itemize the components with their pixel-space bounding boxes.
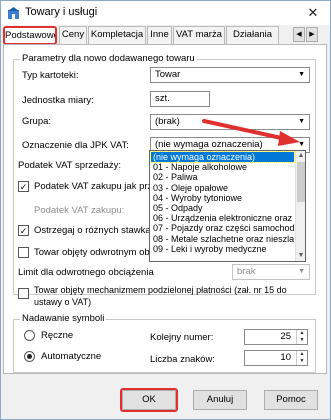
limit-label: Limit dla odwrotnego obciążenia	[18, 267, 154, 278]
jpk-vat-label: Oznaczenie dla JPK VAT:	[22, 140, 129, 151]
jpk-option[interactable]: 02 - Paliwa	[151, 172, 294, 182]
jpk-option[interactable]: 06 - Urządzenia elektroniczne oraz	[151, 213, 294, 223]
ok-button[interactable]: OK	[122, 390, 176, 410]
jpk-option[interactable]: 05 - Odpady	[151, 203, 294, 213]
odwrotne-obciazenie-label: Towar objęty odwrotnym ob	[34, 247, 150, 258]
tab-inne[interactable]: Inne	[147, 26, 172, 44]
annotation-arrow-icon	[202, 119, 300, 146]
liczba-znakow-value: 10	[280, 352, 291, 363]
scroll-up-icon[interactable]: ▲	[296, 151, 306, 161]
ostrzegaj-checkbox-label: Ostrzegaj o różnych stawka	[34, 225, 151, 236]
grupa-value: (brak)	[155, 116, 180, 127]
mpp-label-line2: ustawy o VAT)	[34, 297, 92, 307]
spin-down-icon[interactable]: ▼	[297, 337, 307, 344]
ostrzegaj-checkbox[interactable]: ✓	[18, 225, 29, 236]
spin-up-icon[interactable]: ▲	[297, 351, 307, 358]
liczba-znakow-input[interactable]: 10 ▲ ▼	[244, 350, 308, 366]
jpk-vat-dropdown-list[interactable]: (nie wymaga oznaczenia) 01 - Napoje alko…	[149, 150, 306, 262]
limit-dropdown[interactable]: brak ▼	[232, 264, 310, 280]
jpk-option[interactable]: 08 - Metale szlachetne oraz nieszla	[151, 234, 294, 244]
vat-zakupu-checkbox[interactable]: ✓	[18, 181, 29, 192]
title-bar: Towary i usługi ✕	[1, 1, 330, 25]
group-symbole-title: Nadawanie symboli	[20, 313, 107, 324]
app-icon	[8, 7, 19, 19]
kolejny-numer-input[interactable]: 25 ▲ ▼	[244, 329, 308, 345]
close-button[interactable]: ✕	[301, 4, 325, 22]
radio-selected-dot	[27, 354, 32, 359]
liczba-znakow-label: Liczba znaków:	[150, 354, 215, 365]
radio-reczne-label: Ręczne	[41, 330, 74, 341]
tab-ceny[interactable]: Ceny	[59, 26, 87, 44]
scroll-thumb[interactable]	[297, 162, 305, 202]
spin-up-icon[interactable]: ▲	[297, 330, 307, 337]
vat-zakupu-checkbox-label: Podatek VAT zakupu jak prz	[34, 181, 153, 192]
typ-kartoteki-value: Towar	[155, 69, 181, 80]
tab-vat-marza[interactable]: VAT marża	[173, 26, 225, 44]
liczba-znakow-spinner[interactable]: ▲ ▼	[296, 351, 307, 365]
window-title: Towary i usługi	[25, 6, 98, 18]
tab-kompletacja[interactable]: Kompletacja	[88, 26, 146, 44]
jpk-option[interactable]: (nie wymaga oznaczenia)	[150, 150, 295, 164]
jednostka-miary-label: Jednostka miary:	[22, 95, 94, 106]
kolejny-numer-label: Kolejny numer:	[150, 332, 214, 343]
tab-dzialania[interactable]: Działania	[226, 26, 279, 44]
tab-scroll-right-icon[interactable]: ▶	[306, 27, 318, 42]
scroll-down-icon[interactable]: ▼	[296, 251, 306, 261]
chevron-down-icon: ▼	[298, 71, 305, 78]
spin-down-icon[interactable]: ▼	[297, 358, 307, 365]
group-parametry-title: Parametry dla nowo dodawanego towaru	[20, 53, 197, 64]
radio-automatyczne-label: Automatyczne	[41, 351, 102, 362]
radio-automatyczne[interactable]	[24, 351, 35, 362]
jpk-option[interactable]: 04 - Wyroby tytoniowe	[151, 193, 294, 203]
odwrotne-obciazenie-checkbox[interactable]	[18, 247, 29, 258]
tab-podstawowe[interactable]: Podstawowe	[3, 26, 57, 45]
mpp-checkbox[interactable]	[18, 288, 29, 299]
tab-bar: Podstawowe Ceny Kompletacja Inne VAT mar…	[1, 26, 330, 45]
grupa-label: Grupa:	[22, 116, 52, 127]
kolejny-numer-spinner[interactable]: ▲ ▼	[296, 330, 307, 344]
vat-sprzedazy-label: Podatek VAT sprzedaży:	[18, 160, 121, 171]
jpk-option[interactable]: 07 - Pojazdy oraz części samochod	[151, 223, 294, 233]
help-button[interactable]: Pomoc	[264, 390, 318, 410]
jednostka-miary-input[interactable]: szt.	[150, 91, 210, 107]
typ-kartoteki-label: Typ kartoteki:	[22, 70, 79, 81]
cancel-button[interactable]: Anuluj	[193, 390, 247, 410]
jpk-option[interactable]: 03 - Oleje opałowe	[151, 183, 294, 193]
dropdown-scrollbar[interactable]: ▲ ▼	[295, 151, 305, 261]
tab-scroll-left-icon[interactable]: ◀	[293, 27, 305, 42]
limit-value: brak	[237, 266, 256, 277]
chevron-down-icon: ▼	[298, 268, 305, 275]
typ-kartoteki-dropdown[interactable]: Towar ▼	[150, 67, 310, 83]
kolejny-numer-value: 25	[280, 331, 291, 342]
jpk-option[interactable]: 01 - Napoje alkoholowe	[151, 162, 294, 172]
radio-reczne[interactable]	[24, 330, 35, 341]
vat-zakupu-label: Podatek VAT zakupu:	[34, 205, 125, 216]
jpk-option[interactable]: 09 - Leki i wyroby medyczne	[151, 244, 294, 254]
mpp-label-line1: Towar objęty mechanizmem podzielonej pła…	[34, 285, 287, 295]
